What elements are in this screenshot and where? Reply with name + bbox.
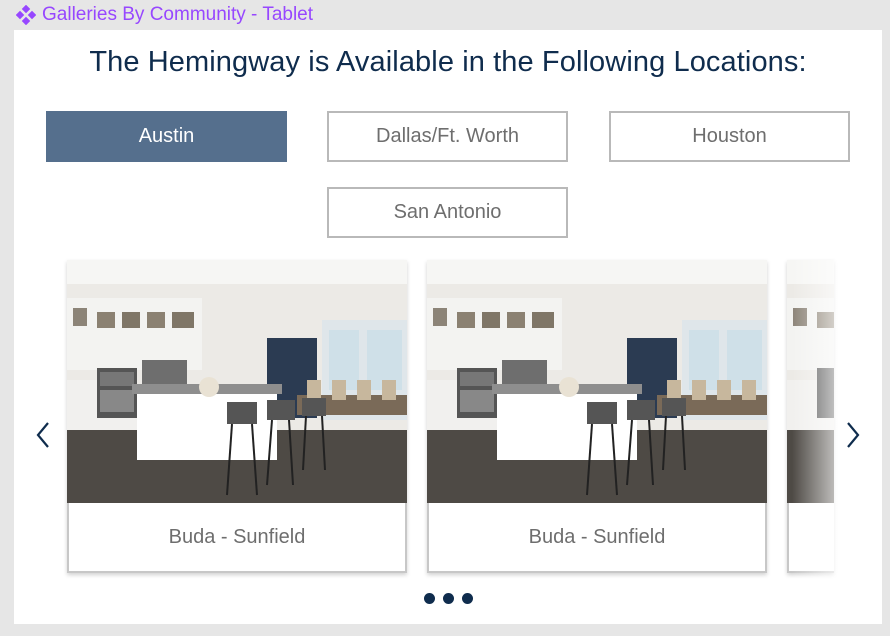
location-button-houston[interactable]: Houston <box>609 111 850 162</box>
pagination-dot[interactable] <box>424 593 435 604</box>
carousel-next-button[interactable] <box>842 418 864 452</box>
kitchen-photo <box>67 260 407 503</box>
frame-label-text: Galleries By Community - Tablet <box>42 4 314 25</box>
page-title: The Hemingway is Available in the Follow… <box>89 46 807 78</box>
card-caption: Buda - Sunfield <box>427 503 767 573</box>
chevron-right-icon <box>847 422 860 448</box>
location-button-austin[interactable]: Austin <box>46 111 287 162</box>
gallery-card[interactable]: Buda - Sunfield <box>67 260 407 573</box>
frame-label: Galleries By Community - Tablet <box>16 3 313 27</box>
chevron-left-icon <box>36 422 49 448</box>
gallery-panel: The Hemingway is Available in the Follow… <box>14 30 882 624</box>
component-diamond-icon <box>16 5 36 25</box>
location-button-san-antonio[interactable]: San Antonio <box>327 187 568 238</box>
kitchen-photo <box>427 260 767 503</box>
location-button-dallas-ft-worth[interactable]: Dallas/Ft. Worth <box>327 111 568 162</box>
card-caption: Buda - Sunfield <box>67 503 407 573</box>
pagination-dot[interactable] <box>443 593 454 604</box>
gallery-card[interactable]: Buda - Sunfield <box>427 260 767 573</box>
carousel-edge-fade <box>792 260 882 580</box>
carousel-pagination <box>424 593 473 604</box>
carousel-prev-button[interactable] <box>32 418 54 452</box>
pagination-dot[interactable] <box>462 593 473 604</box>
gallery-carousel: Buda - Sunfield Buda - Sunfield <box>14 260 882 580</box>
